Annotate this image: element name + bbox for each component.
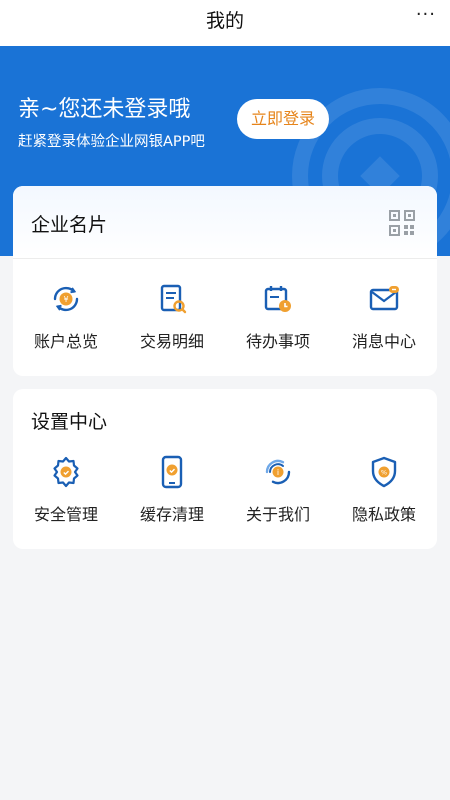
cache-clean-icon <box>161 455 183 489</box>
about-icon: i <box>265 459 291 485</box>
menu-item-label: 账户总览 <box>33 332 98 351</box>
menu-item-label: 交易明细 <box>139 332 204 351</box>
menu-item-transaction-detail[interactable]: 交易明细 <box>119 282 225 352</box>
security-icon <box>53 456 79 488</box>
business-card-menu: ¥ 账户总览 交易明细 待办事项 消息中心 <box>13 282 437 352</box>
menu-item-label: 隐私政策 <box>351 505 416 524</box>
svg-text:%: % <box>381 469 387 477</box>
menu-item-label: 安全管理 <box>33 505 98 524</box>
menu-item-account-overview[interactable]: ¥ 账户总览 <box>13 282 119 352</box>
settings-panel: 设置中心 安全管理 缓存清理 i 关于我们 % 隐私政策 <box>13 389 437 549</box>
menu-item-todo[interactable]: 待办事项 <box>225 282 331 352</box>
menu-item-cache-clean[interactable]: 缓存清理 <box>119 455 225 525</box>
qr-code-icon[interactable] <box>389 210 415 236</box>
todo-icon <box>264 286 291 312</box>
login-button[interactable]: 立即登录 <box>237 99 329 139</box>
svg-text:¥: ¥ <box>63 295 68 304</box>
menu-item-label: 关于我们 <box>245 505 310 524</box>
menu-item-security[interactable]: 安全管理 <box>13 455 119 525</box>
transaction-detail-icon <box>160 284 187 314</box>
account-overview-icon: ¥ <box>53 286 79 312</box>
message-icon <box>369 286 399 311</box>
settings-title: 设置中心 <box>31 411 108 433</box>
menu-item-about-us[interactable]: i 关于我们 <box>225 455 331 525</box>
login-greeting: 亲~您还未登录哦 <box>18 97 191 122</box>
divider <box>13 258 437 259</box>
menu-item-label: 待办事项 <box>245 332 310 351</box>
business-card-panel: 企业名片 ¥ 账户总览 交易明细 待办事项 消息中心 <box>13 186 437 376</box>
privacy-icon: % <box>371 456 397 488</box>
business-card-title: 企业名片 <box>31 214 108 236</box>
login-subtitle: 赶紧登录体验企业网银APP吧 <box>18 134 205 150</box>
svg-text:i: i <box>277 468 279 477</box>
settings-menu: 安全管理 缓存清理 i 关于我们 % 隐私政策 <box>13 455 437 525</box>
top-bar: 我的 ··· <box>0 0 450 46</box>
menu-item-label: 消息中心 <box>351 332 416 351</box>
menu-item-label: 缓存清理 <box>139 505 204 524</box>
page-title: 我的 <box>205 10 244 32</box>
menu-item-message-center[interactable]: 消息中心 <box>331 282 437 352</box>
more-menu-icon[interactable]: ··· <box>416 6 436 24</box>
menu-item-privacy-policy[interactable]: % 隐私政策 <box>331 455 437 525</box>
